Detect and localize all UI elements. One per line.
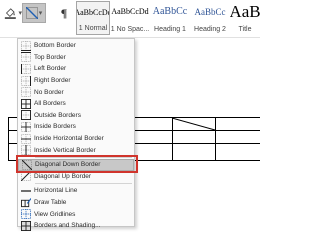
inside-horizontal-border-icon	[19, 133, 33, 145]
menu-item-horizontal-line[interactable]: Horizontal Line	[18, 185, 134, 197]
menu-item-all-borders[interactable]: All Borders	[18, 98, 134, 110]
menu-item-bottom-border[interactable]: Bottom Border	[18, 40, 134, 52]
style-name: 1 No Spac...	[110, 26, 150, 33]
ribbon: ▾ ▾ ¶ AaBbCcDd 1 Normal AaBbCcDd 1 No Sp…	[0, 0, 260, 38]
style-preview: AaBbCcDd	[76, 8, 110, 17]
menu-item-label: All Borders	[34, 100, 66, 108]
menu-item-draw-table[interactable]: Draw Table	[18, 197, 134, 209]
style-name: Title	[238, 26, 252, 33]
chevron-down-icon: ▾	[38, 10, 43, 17]
left-border-icon	[19, 63, 33, 75]
inside-borders-icon	[19, 121, 33, 133]
menu-item-label: No Border	[34, 88, 64, 96]
no-border-icon	[19, 86, 33, 98]
top-border-icon	[19, 51, 33, 63]
menu-item-label: Inside Horizontal Border	[34, 135, 104, 143]
borders-icon	[25, 7, 38, 19]
menu-item-label: Draw Table	[34, 199, 67, 207]
borders-and-shading-icon	[19, 220, 33, 232]
style-preview: AaBbCc	[152, 6, 188, 17]
style-no-spacing[interactable]: AaBbCcDd 1 No Spac...	[110, 1, 150, 35]
style-heading-1[interactable]: AaBbCc Heading 1	[150, 1, 190, 35]
menu-item-no-border[interactable]: No Border	[18, 86, 134, 98]
menu-item-label: Inside Vertical Border	[34, 146, 96, 154]
style-title[interactable]: AaB Title	[230, 1, 260, 35]
menu-item-inside-borders[interactable]: Inside Borders	[18, 121, 134, 133]
menu-item-inside-horizontal-border[interactable]: Inside Horizontal Border	[18, 133, 134, 145]
menu-item-borders-and-shading[interactable]: Borders and Shading...	[18, 220, 134, 232]
menu-item-top-border[interactable]: Top Border	[18, 52, 134, 64]
draw-table-icon	[19, 197, 33, 209]
outside-borders-icon	[19, 109, 33, 121]
menu-item-label: View Gridlines	[34, 210, 76, 218]
menu-item-outside-borders[interactable]: Outside Borders	[18, 110, 134, 122]
menu-item-label: Left Border	[34, 65, 67, 73]
style-normal[interactable]: AaBbCcDd 1 Normal	[76, 1, 110, 35]
style-name: Heading 2	[194, 26, 226, 33]
menu-item-label: Top Border	[34, 53, 66, 61]
style-preview: AaBbCc	[194, 7, 226, 17]
menu-item-view-gridlines[interactable]: View Gridlines	[18, 208, 134, 220]
bottom-border-icon	[19, 40, 33, 52]
styles-gallery: AaBbCcDd 1 Normal AaBbCcDd 1 No Spac... …	[76, 1, 260, 37]
view-gridlines-icon	[19, 208, 33, 220]
highlight-annotation	[16, 155, 138, 173]
menu-item-label: Borders and Shading...	[34, 222, 101, 230]
style-preview: AaB	[230, 2, 260, 21]
menu-item-label: Diagonal Up Border	[34, 172, 92, 180]
menu-item-label: Inside Borders	[34, 123, 76, 131]
horizontal-line-icon	[19, 185, 33, 197]
style-preview: AaBbCcDd	[111, 7, 149, 16]
all-borders-icon	[19, 98, 33, 110]
style-name: 1 Normal	[78, 25, 108, 32]
show-formatting-marks-button[interactable]: ¶	[58, 4, 70, 22]
shading-button[interactable]: ▾	[4, 4, 22, 22]
menu-item-right-border[interactable]: Right Border	[18, 75, 134, 87]
shading-bucket-icon	[4, 8, 16, 19]
menu-separator	[35, 183, 132, 185]
borders-button[interactable]: ▾	[22, 3, 46, 23]
menu-item-label: Horizontal Line	[34, 187, 78, 195]
menu-item-label: Bottom Border	[34, 42, 76, 50]
right-border-icon	[19, 75, 33, 87]
style-name: Heading 1	[154, 26, 186, 33]
borders-dropdown-menu: Bottom Border Top Border Left Border Right …	[17, 38, 135, 231]
menu-item-label: Right Border	[34, 77, 71, 85]
menu-item-left-border[interactable]: Left Border	[18, 63, 134, 75]
style-heading-2[interactable]: AaBbCc Heading 2	[190, 1, 230, 35]
menu-item-label: Outside Borders	[34, 111, 81, 119]
